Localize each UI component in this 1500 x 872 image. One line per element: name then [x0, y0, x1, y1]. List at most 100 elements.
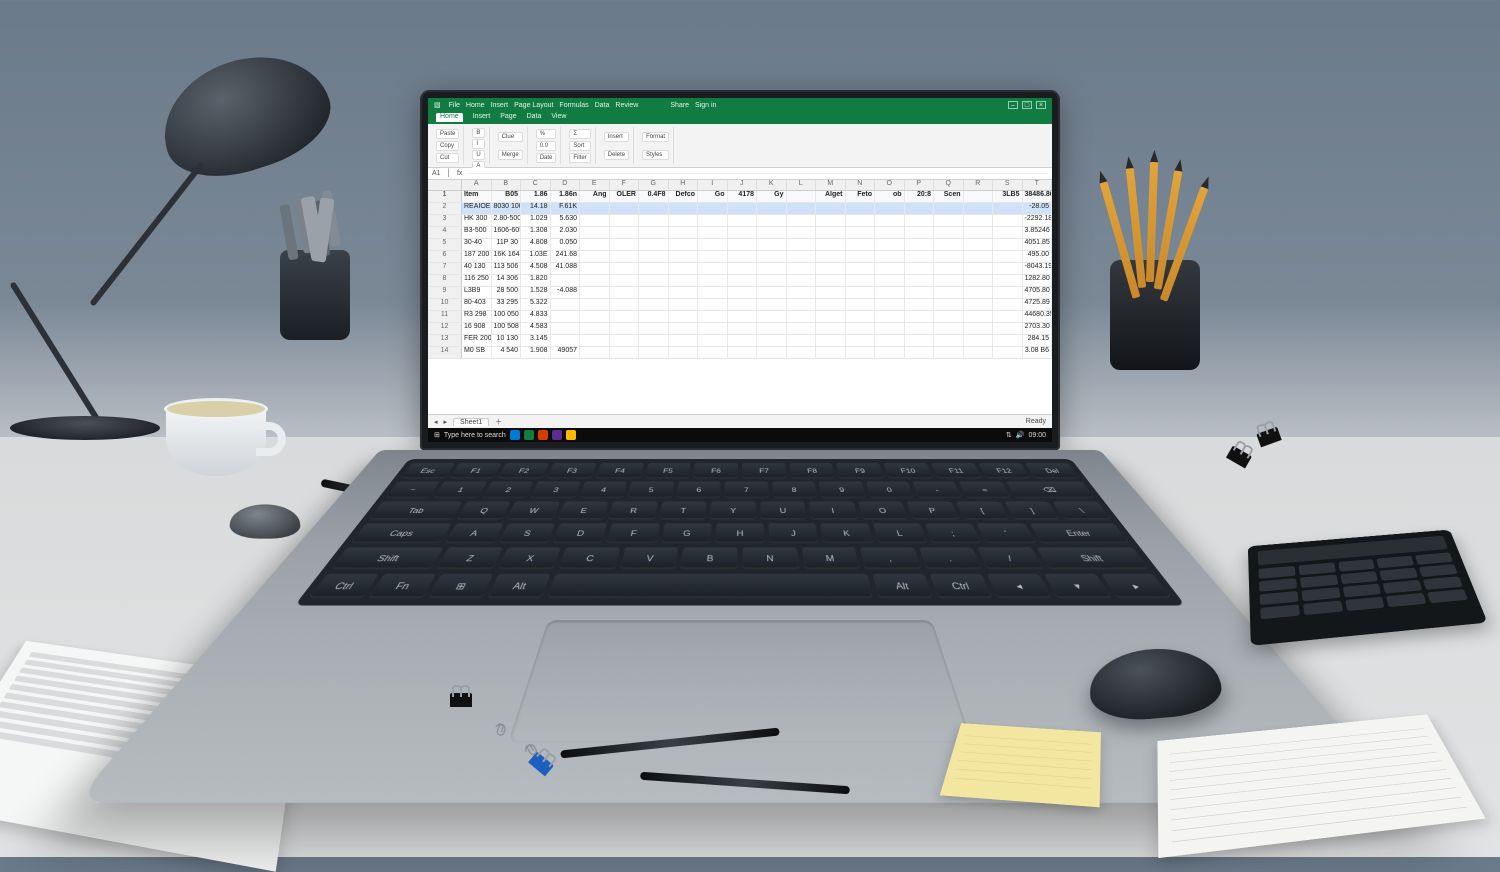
- cell[interactable]: [964, 299, 994, 310]
- cell[interactable]: [816, 239, 846, 250]
- table-row[interactable]: 14M0 SB4 5401.908490573.08 B6: [428, 347, 1052, 359]
- cell[interactable]: [787, 227, 817, 238]
- table-row[interactable]: 3HK 3002.80-50011.0295.630-2292.18: [428, 215, 1052, 227]
- cell[interactable]: Item: [462, 191, 492, 202]
- cell[interactable]: 100 508: [492, 323, 522, 334]
- column-header[interactable]: D: [551, 180, 581, 190]
- cell[interactable]: FER 200: [462, 335, 492, 346]
- cell[interactable]: 8030 1001: [492, 203, 522, 214]
- cell[interactable]: L3B9: [462, 287, 492, 298]
- menu-item[interactable]: Data: [595, 102, 610, 109]
- cell[interactable]: [698, 335, 728, 346]
- cell[interactable]: [816, 263, 846, 274]
- cell[interactable]: 30-40: [462, 239, 492, 250]
- cell[interactable]: [669, 263, 699, 274]
- cell[interactable]: [580, 215, 610, 226]
- tray-volume-icon[interactable]: 🔊: [1016, 431, 1025, 439]
- cell[interactable]: [816, 335, 846, 346]
- column-header[interactable]: L: [787, 180, 817, 190]
- cell[interactable]: 284.15: [1023, 335, 1053, 346]
- cell[interactable]: 113 506: [492, 263, 522, 274]
- cell[interactable]: 14.18: [521, 203, 551, 214]
- cell[interactable]: [875, 227, 905, 238]
- cell[interactable]: 28 500: [492, 287, 522, 298]
- ribbon-button[interactable]: 0.0: [536, 141, 557, 151]
- cell[interactable]: [757, 299, 787, 310]
- cell[interactable]: Gy: [757, 191, 787, 202]
- cell[interactable]: [551, 335, 581, 346]
- ribbon-button[interactable]: Merge: [498, 150, 523, 160]
- cell[interactable]: [728, 263, 758, 274]
- taskbar-app-icon[interactable]: [538, 430, 548, 440]
- column-header[interactable]: Q: [934, 180, 964, 190]
- cell[interactable]: [787, 347, 817, 358]
- cell[interactable]: OLER: [610, 191, 640, 202]
- cell[interactable]: [993, 299, 1023, 310]
- cell[interactable]: 80-403: [462, 299, 492, 310]
- nav-next-icon[interactable]: ▸: [444, 418, 448, 426]
- cell[interactable]: 1.908: [521, 347, 551, 358]
- column-header[interactable]: R: [964, 180, 994, 190]
- cell[interactable]: 100 050: [492, 311, 522, 322]
- cell[interactable]: [875, 203, 905, 214]
- cell[interactable]: [551, 311, 581, 322]
- cell[interactable]: [639, 227, 669, 238]
- cell[interactable]: 10 130: [492, 335, 522, 346]
- column-header[interactable]: A: [462, 180, 492, 190]
- cell[interactable]: [964, 263, 994, 274]
- cell[interactable]: [993, 227, 1023, 238]
- cell[interactable]: [669, 239, 699, 250]
- cell[interactable]: 0.050: [551, 239, 581, 250]
- column-header[interactable]: H: [669, 180, 699, 190]
- cell[interactable]: [934, 335, 964, 346]
- cell[interactable]: [846, 311, 876, 322]
- cell[interactable]: [816, 299, 846, 310]
- cell[interactable]: Feto: [846, 191, 876, 202]
- tray-wifi-icon[interactable]: ⇅: [1006, 431, 1012, 439]
- cell[interactable]: [787, 299, 817, 310]
- cell[interactable]: [993, 203, 1023, 214]
- cell[interactable]: [934, 215, 964, 226]
- cell[interactable]: [816, 287, 846, 298]
- cell[interactable]: [757, 335, 787, 346]
- cell[interactable]: [728, 239, 758, 250]
- cell[interactable]: 4.808: [521, 239, 551, 250]
- cell[interactable]: [580, 311, 610, 322]
- cell[interactable]: [757, 227, 787, 238]
- cell[interactable]: -8043.19: [1023, 263, 1053, 274]
- table-row[interactable]: 1080-40333 2955.3224725.89: [428, 299, 1052, 311]
- cell[interactable]: 1282.80: [1023, 275, 1053, 286]
- cell[interactable]: [580, 203, 610, 214]
- cell[interactable]: 5.630: [551, 215, 581, 226]
- cell[interactable]: 1.308: [521, 227, 551, 238]
- cell[interactable]: [669, 347, 699, 358]
- table-row[interactable]: 530-4011P 304.8080.0504051.85: [428, 239, 1052, 251]
- cell[interactable]: [846, 203, 876, 214]
- cell[interactable]: [580, 299, 610, 310]
- table-row[interactable]: 6187 20016K 1641.03E241.68495.00: [428, 251, 1052, 263]
- cell[interactable]: [875, 239, 905, 250]
- cell[interactable]: [816, 311, 846, 322]
- cell[interactable]: [698, 263, 728, 274]
- ribbon-button[interactable]: B: [472, 128, 484, 138]
- cell[interactable]: [993, 263, 1023, 274]
- cell[interactable]: [728, 299, 758, 310]
- start-icon[interactable]: ⊞: [434, 431, 440, 439]
- cell[interactable]: [698, 203, 728, 214]
- cell[interactable]: [905, 215, 935, 226]
- cell[interactable]: 4.833: [521, 311, 551, 322]
- cell[interactable]: [639, 311, 669, 322]
- column-header[interactable]: I: [698, 180, 728, 190]
- cell[interactable]: Go: [698, 191, 728, 202]
- cell[interactable]: [787, 335, 817, 346]
- cell[interactable]: [757, 251, 787, 262]
- cell[interactable]: 49057: [551, 347, 581, 358]
- cell[interactable]: 5.322: [521, 299, 551, 310]
- cell[interactable]: [993, 251, 1023, 262]
- cell[interactable]: 1.820: [521, 275, 551, 286]
- cell[interactable]: 495.00: [1023, 251, 1053, 262]
- cell[interactable]: -28.05: [1023, 203, 1053, 214]
- cell[interactable]: Alget: [816, 191, 846, 202]
- cell[interactable]: [669, 203, 699, 214]
- cell[interactable]: [846, 323, 876, 334]
